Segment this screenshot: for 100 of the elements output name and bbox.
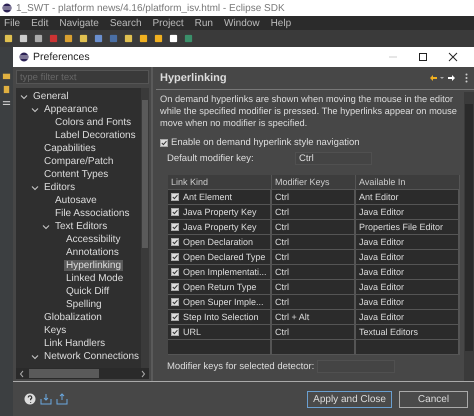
page-title: Hyperlinking: [160, 72, 227, 84]
checkbox[interactable]: [171, 193, 179, 201]
table-cell: Ctrl: [272, 205, 356, 219]
table-cell: Textual Editors: [356, 325, 460, 339]
scrollbar[interactable]: [141, 88, 149, 368]
tree-item[interactable]: Annotations: [64, 247, 121, 258]
menu-item[interactable]: Run: [194, 18, 213, 28]
table-cell: Java Editor: [356, 265, 460, 279]
table-cell: Ctrl + Alt: [272, 310, 356, 324]
table-cell-text: Step Into Selection: [183, 311, 259, 324]
field-label: Default modifier key:: [167, 152, 255, 164]
tree-item[interactable]: Globalization: [42, 312, 104, 323]
tree-item[interactable]: Accessibility: [64, 234, 122, 245]
maximize-icon[interactable]: [418, 52, 428, 62]
chevron-icon[interactable]: [20, 92, 28, 100]
checkbox[interactable]: [160, 138, 168, 146]
tree-item[interactable]: Link Handlers: [42, 338, 108, 349]
table-cell: Properties File Editor: [356, 220, 460, 234]
tree-item[interactable]: General: [31, 91, 71, 102]
tree-item[interactable]: Colors and Fonts: [53, 117, 134, 128]
menu-item[interactable]: Search: [110, 18, 142, 28]
field-label: Modifier keys for selected detector:: [167, 360, 314, 372]
column-header[interactable]: Link Kind: [168, 175, 272, 189]
table-cell: Ant Editor: [356, 190, 460, 204]
table-cell-text: URL: [183, 326, 202, 339]
chevron-icon[interactable]: [42, 222, 50, 230]
column-header[interactable]: Modifier Keys: [272, 175, 356, 189]
table-cell: Ctrl: [272, 250, 356, 264]
tree-item[interactable]: Keys: [42, 325, 68, 336]
tree-item[interactable]: Label Decorations: [53, 130, 138, 141]
table-cell: Ctrl: [272, 280, 356, 294]
table-cell-text: Java Property Key: [183, 221, 257, 234]
menu-item[interactable]: Edit: [31, 18, 48, 28]
import-icon[interactable]: [40, 393, 52, 405]
menu-item[interactable]: Project: [152, 18, 184, 28]
checkbox[interactable]: [171, 223, 179, 231]
file-icon[interactable]: [2, 85, 11, 94]
table-cell: Java Editor: [356, 205, 460, 219]
table-cell: Ctrl: [272, 265, 356, 279]
tree-item[interactable]: Autosave: [53, 195, 99, 206]
more-icon[interactable]: [465, 73, 468, 83]
app-icon: [19, 52, 29, 62]
table-cell-text: Open Declared Type: [183, 251, 266, 264]
table-cell: Java Editor: [356, 295, 460, 309]
table-cell-text: Java Property Key: [183, 206, 257, 219]
checkbox[interactable]: [171, 298, 179, 306]
checkbox[interactable]: [171, 328, 179, 336]
chevron-icon[interactable]: [31, 352, 39, 360]
table-cell-text: Open Implementati...: [183, 266, 267, 279]
checkbox[interactable]: [171, 313, 179, 321]
column-header[interactable]: Available In: [356, 175, 460, 189]
menu-item[interactable]: File: [4, 18, 20, 28]
menu-item[interactable]: Navigate: [59, 18, 99, 28]
table-cell-text: Open Super Imple...: [183, 296, 264, 309]
tree-item[interactable]: Text Editors: [53, 221, 110, 232]
table-cell-text: Open Return Type: [183, 281, 256, 294]
table-cell-text: Open Declaration: [183, 236, 254, 249]
scroll-left-icon[interactable]: [19, 370, 25, 378]
menu-item[interactable]: Help: [270, 18, 292, 28]
horizontal-scrollbar[interactable]: [16, 368, 149, 379]
checkbox[interactable]: [171, 208, 179, 216]
list-icon[interactable]: [2, 99, 11, 108]
tree-item[interactable]: Content Types: [42, 169, 110, 180]
tree-item[interactable]: File Associations: [53, 208, 132, 219]
table-cell: Ctrl: [272, 325, 356, 339]
tree-item[interactable]: Quick Diff: [64, 286, 112, 297]
table-cell: Ctrl: [272, 295, 356, 309]
close-icon[interactable]: [448, 52, 458, 62]
chevron-icon[interactable]: [31, 106, 39, 114]
tree-item[interactable]: Hyperlinking: [64, 260, 124, 271]
table-cell: Ctrl: [272, 190, 356, 204]
checkbox[interactable]: [171, 238, 179, 246]
help-icon[interactable]: [24, 393, 36, 405]
tree-item[interactable]: Network Connections: [42, 351, 142, 362]
scrollbar[interactable]: [464, 92, 474, 381]
window-title: 1_SWT - platform news/4.16/platform_isv.html - Eclipse SDK: [16, 2, 285, 14]
tree-item[interactable]: Linked Mode: [64, 273, 126, 284]
checkbox[interactable]: [171, 268, 179, 276]
tree-item[interactable]: Compare/Patch: [42, 156, 116, 167]
table-cell: Ctrl: [272, 235, 356, 249]
checkbox[interactable]: [171, 253, 179, 261]
folder-icon[interactable]: [2, 71, 11, 80]
description-text: On demand hyperlinks are shown when moving the mouse in the editor while the specified modifier is pressed. The hyperlinks appear on mouse move when no modifier is specified.: [160, 93, 458, 129]
tree-item[interactable]: Spelling: [64, 299, 104, 310]
dialog-title: Preferences: [33, 51, 90, 63]
modifier-field[interactable]: Ctrl: [295, 152, 372, 164]
menu-item[interactable]: Window: [224, 18, 260, 28]
checkbox[interactable]: [171, 283, 179, 291]
table-cell: Ctrl: [272, 220, 356, 234]
tree-item[interactable]: Editors: [42, 182, 78, 193]
export-icon[interactable]: [56, 393, 68, 405]
tree-item[interactable]: Capabilities: [42, 143, 98, 154]
table-cell: Java Editor: [356, 280, 460, 294]
table-cell: Java Editor: [356, 235, 460, 249]
scroll-right-icon[interactable]: [140, 370, 146, 378]
tree-item[interactable]: Appearance: [42, 104, 100, 115]
dialog-button[interactable]: Apply and Close: [307, 390, 392, 408]
table-cell: Java Editor: [356, 250, 460, 264]
chevron-icon[interactable]: [31, 184, 39, 192]
dialog-button[interactable]: Cancel: [399, 390, 468, 408]
